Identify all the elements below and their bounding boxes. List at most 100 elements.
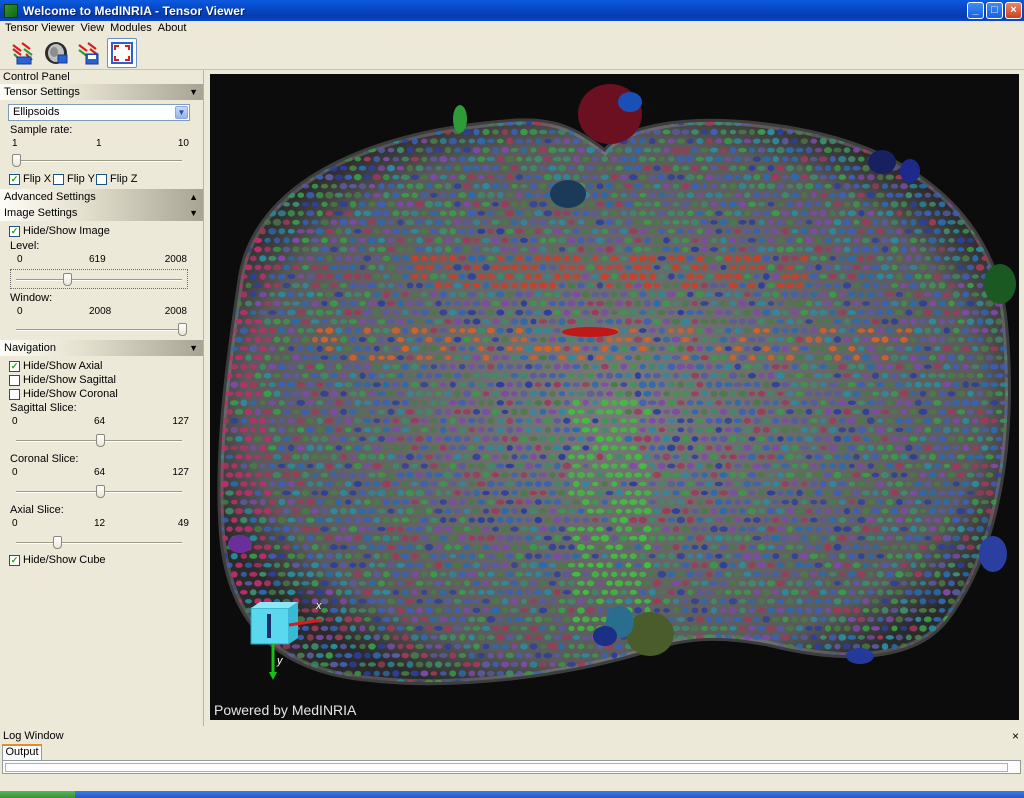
tensor-ellipsoid <box>391 571 400 578</box>
slider-thumb[interactable] <box>178 323 187 336</box>
checkbox-box[interactable]: ✓ <box>9 360 20 372</box>
tensor-ellipsoid <box>634 164 642 172</box>
tensor-shape-select[interactable]: Ellipsoids ▼ <box>8 104 190 121</box>
tensor-ellipsoid <box>943 363 951 370</box>
tensor-ellipsoid <box>995 436 1003 442</box>
tensor-ellipsoid <box>245 111 251 117</box>
slider-thumb[interactable] <box>12 154 21 167</box>
save-tensor-icon[interactable] <box>74 38 104 68</box>
tensor-ellipsoid <box>956 507 966 515</box>
hide-show-sagittal-checkbox[interactable]: Hide/Show Sagittal <box>9 374 116 386</box>
coronal-slice-slider[interactable] <box>16 484 182 500</box>
chevron-down-icon[interactable]: ▼ <box>175 106 188 119</box>
sample-rate-slider[interactable] <box>12 153 182 169</box>
tensor-ellipsoid <box>933 255 941 262</box>
tensor-ellipsoid <box>676 155 686 163</box>
navigation-header[interactable]: Navigation ▼ <box>0 340 203 356</box>
hide-show-coronal-checkbox[interactable]: Hide/Show Coronal <box>9 388 118 400</box>
tensor-ellipsoid <box>406 390 414 397</box>
fullscreen-icon[interactable] <box>107 37 137 68</box>
tensor-ellipsoid <box>980 228 989 234</box>
tensor-ellipsoid <box>634 300 642 307</box>
tensor-ellipsoid <box>956 544 966 551</box>
flip-z-checkbox[interactable]: Flip Z <box>96 173 138 185</box>
checkbox-box[interactable]: ✓ <box>9 225 20 237</box>
close-button[interactable]: × <box>1005 2 1022 19</box>
minimize-button[interactable]: _ <box>967 2 984 19</box>
sagittal-slice-slider[interactable] <box>16 433 182 449</box>
slider-thumb[interactable] <box>63 273 73 286</box>
menu-modules[interactable]: Modules <box>109 21 157 36</box>
tensor-ellipsoid <box>549 490 556 496</box>
tensor-ellipsoid <box>301 408 310 416</box>
tensor-ellipsoid <box>615 508 623 514</box>
hide-show-cube-checkbox[interactable]: ✓ Hide/Show Cube <box>9 554 106 566</box>
tensor-ellipsoid <box>843 128 851 136</box>
checkbox-box[interactable]: ✓ <box>9 173 20 185</box>
tensor-ellipsoid <box>676 138 686 144</box>
tensor-ellipsoid <box>264 129 271 135</box>
tensor-ellipsoid <box>429 616 438 623</box>
tensor-ellipsoid <box>358 562 367 569</box>
tensor-ellipsoid <box>999 400 1008 405</box>
tensor-ellipsoid <box>772 463 780 469</box>
open-tensor-icon[interactable] <box>8 38 38 68</box>
image-settings-header[interactable]: Image Settings ▼ <box>0 205 203 221</box>
tensor-ellipsoid <box>558 580 566 587</box>
tensor-ellipsoid <box>401 138 409 144</box>
tensor-ellipsoid <box>486 327 495 334</box>
tensor-ellipsoid <box>899 544 909 550</box>
slider-thumb[interactable] <box>95 434 105 447</box>
tensor-ellipsoid <box>867 571 875 577</box>
tensor-ellipsoid <box>596 544 604 550</box>
tensor-ellipsoid <box>847 210 856 217</box>
tensor-3d-viewport[interactable]: x y Powered by MedINRIA <box>210 74 1019 720</box>
tensor-ellipsoid <box>814 598 823 604</box>
tensor-ellipsoid <box>444 453 452 461</box>
tensor-ellipsoid <box>491 183 500 189</box>
maximize-button[interactable]: □ <box>986 2 1003 19</box>
tensor-ellipsoid <box>534 256 543 261</box>
hide-show-axial-checkbox[interactable]: ✓ Hide/Show Axial <box>9 360 103 372</box>
tensor-ellipsoid <box>1005 201 1008 208</box>
tensor-ellipsoid <box>629 399 638 407</box>
tensor-ellipsoid <box>596 319 604 324</box>
menu-tensor-viewer[interactable]: Tensor Viewer <box>4 21 80 36</box>
checkbox-box[interactable] <box>53 173 64 185</box>
tensor-ellipsoid <box>544 399 552 406</box>
tensor-ellipsoid <box>425 490 433 496</box>
slider-thumb[interactable] <box>95 485 105 498</box>
flip-y-checkbox[interactable]: Flip Y <box>53 173 95 185</box>
tensor-ellipsoid <box>382 517 390 524</box>
level-slider[interactable] <box>10 269 188 289</box>
axial-slice-slider[interactable] <box>16 535 182 551</box>
tensor-ellipsoid <box>221 121 228 126</box>
checkbox-box[interactable] <box>96 173 107 185</box>
checkbox-box[interactable] <box>9 374 20 386</box>
tensor-ellipsoid <box>933 517 942 523</box>
menu-view[interactable]: View <box>80 21 110 36</box>
checkbox-box[interactable]: ✓ <box>9 554 20 566</box>
tensor-ellipsoid <box>382 445 391 451</box>
tensor-settings-header[interactable]: Tensor Settings ▼ <box>0 84 203 100</box>
tensor-ellipsoid <box>421 211 428 216</box>
tensor-ellipsoid <box>861 354 871 362</box>
flip-x-checkbox[interactable]: ✓ Flip X <box>9 173 51 185</box>
tensor-ellipsoid <box>592 255 599 262</box>
tensor-ellipsoid <box>591 210 599 216</box>
tensor-ellipsoid <box>933 363 941 370</box>
advanced-settings-header[interactable]: Advanced Settings ▲ <box>0 189 203 205</box>
slider-thumb[interactable] <box>52 536 62 549</box>
window-slider[interactable] <box>16 322 187 338</box>
tensor-ellipsoid <box>221 255 229 261</box>
tensor-ellipsoid <box>687 138 694 144</box>
menu-about[interactable]: About <box>157 21 192 36</box>
tensor-ellipsoid <box>606 237 613 243</box>
tensor-ellipsoid <box>709 247 719 252</box>
brain-icon[interactable] <box>41 38 71 68</box>
tensor-ellipsoid <box>743 138 752 144</box>
checkbox-box[interactable] <box>9 388 20 400</box>
tensor-ellipsoid <box>985 490 994 496</box>
tensor-ellipsoid <box>482 247 490 252</box>
hide-show-image-checkbox[interactable]: ✓ Hide/Show Image <box>9 225 110 237</box>
